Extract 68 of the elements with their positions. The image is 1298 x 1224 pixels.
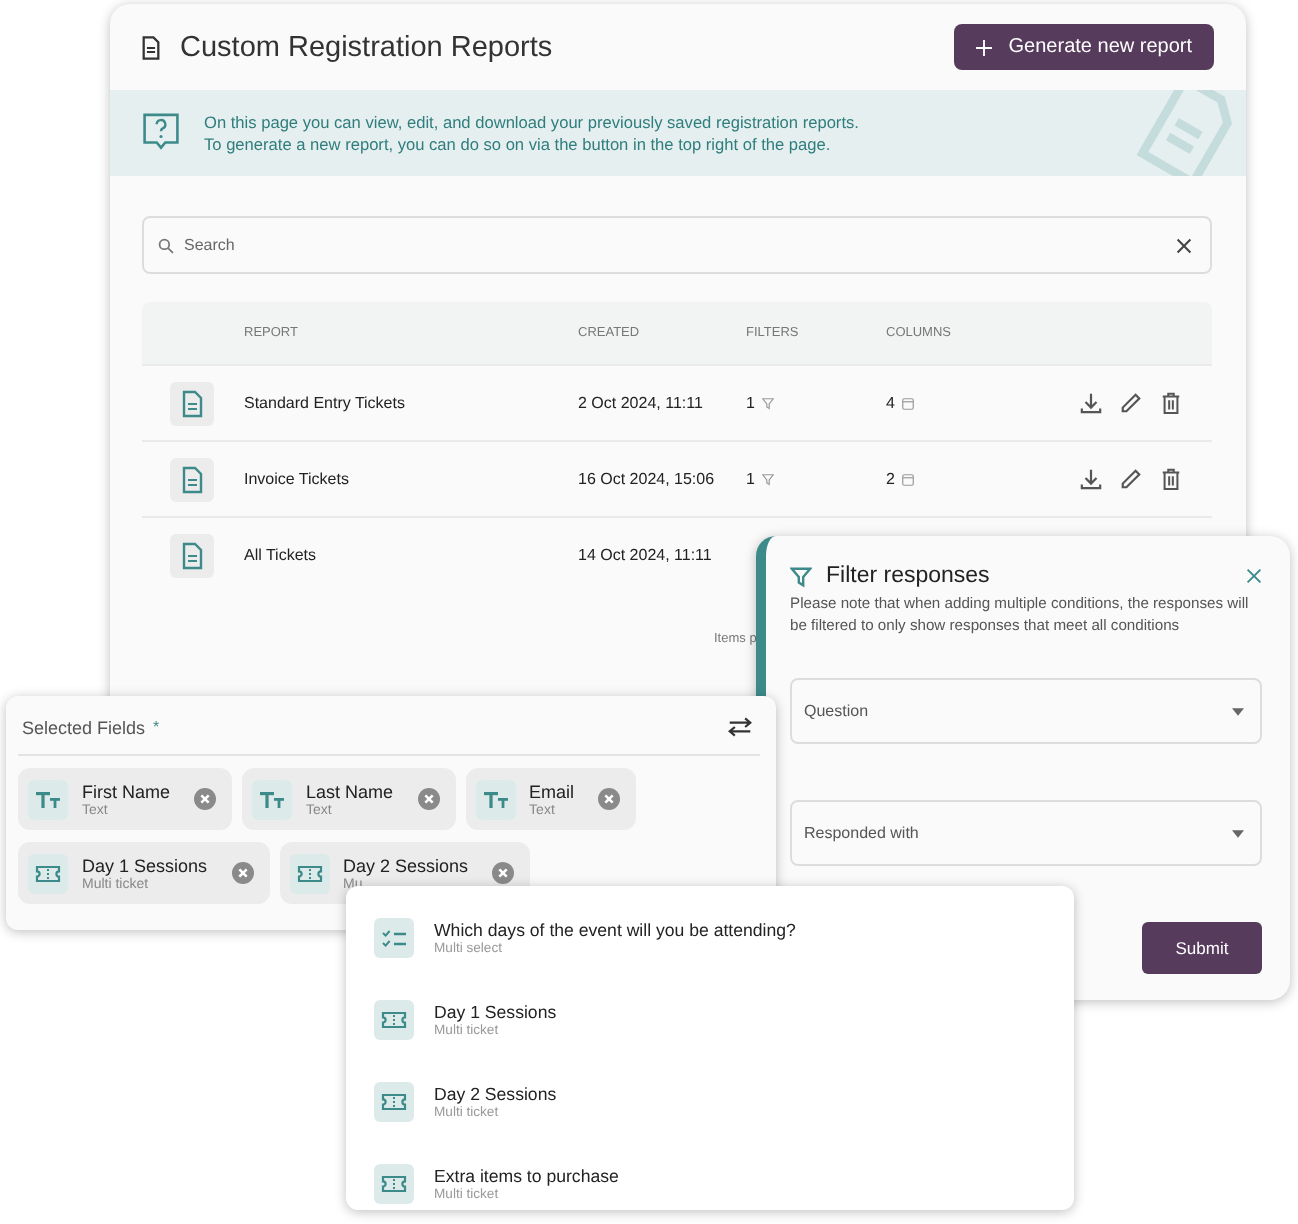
- delete-icon[interactable]: [1160, 468, 1182, 490]
- select-placeholder: Question: [804, 702, 869, 720]
- submit-button[interactable]: Submit: [1142, 922, 1262, 974]
- text-type-icon: [28, 779, 68, 819]
- remove-icon[interactable]: [231, 862, 254, 884]
- created-date: 16 Oct 2024, 15:06: [578, 470, 717, 488]
- report-name: Standard Entry Tickets: [244, 394, 407, 412]
- document-icon: [170, 533, 214, 577]
- text-type-icon: [252, 779, 293, 819]
- panel-title: Filter responses: [826, 564, 992, 588]
- field-name: First Name: [82, 781, 171, 803]
- question-title: Which days of the event will you be attending?: [434, 919, 796, 941]
- plus-icon: [976, 39, 993, 55]
- question-title: Day 1 Sessions: [434, 1001, 557, 1023]
- column-count: 2: [886, 470, 895, 488]
- question-title: Day 2 Sessions: [434, 1083, 557, 1105]
- ticket-icon: [28, 853, 68, 893]
- filter-count: 1: [746, 470, 755, 488]
- filter-count: 1: [746, 394, 755, 412]
- remove-icon[interactable]: [492, 862, 515, 884]
- report-name: Invoice Tickets: [244, 470, 351, 488]
- document-icon: [170, 381, 214, 425]
- filter-icon: [762, 473, 775, 485]
- search-field[interactable]: Search: [142, 216, 1212, 274]
- question-title: Extra items to purchase: [434, 1165, 619, 1187]
- column-count: 4: [886, 394, 895, 412]
- ticket-icon: [374, 1163, 414, 1203]
- document-icon: [138, 33, 164, 61]
- filter-icon: [790, 565, 812, 587]
- ticket-icon: [289, 853, 330, 893]
- document-icon: [170, 457, 214, 501]
- page-title: Custom Registration Reports: [180, 31, 555, 63]
- select-field[interactable]: Responded with: [790, 800, 1262, 866]
- generate-report-button[interactable]: Generate new report: [954, 24, 1214, 70]
- download-icon[interactable]: [1080, 468, 1102, 490]
- info-text: On this page you can view, edit, and download your previously saved registration reports.: [204, 111, 859, 133]
- filter-icon: [762, 397, 775, 409]
- field-name: Last Name: [306, 781, 394, 803]
- field-name: Day 1 Sessions: [82, 855, 208, 877]
- section-title: Selected Fields: [22, 717, 146, 737]
- search-icon: [158, 237, 174, 253]
- ticket-icon: [374, 1081, 414, 1121]
- info-text: To generate a new report, you can do so on via the button in the top right of the page.: [204, 133, 833, 155]
- caret-icon: [1232, 707, 1244, 715]
- remove-icon[interactable]: [194, 788, 217, 810]
- caret-icon: [1232, 829, 1244, 837]
- delete-icon[interactable]: [1160, 392, 1182, 414]
- created-date: 2 Oct 2024, 11:11: [578, 394, 705, 412]
- select-placeholder: Responded with: [804, 824, 919, 842]
- field-name: Day 2 Sessions: [343, 855, 469, 877]
- remove-icon[interactable]: [417, 788, 440, 810]
- close-icon[interactable]: [1176, 237, 1192, 253]
- required-mark: *: [153, 718, 162, 736]
- checklist-icon: [374, 917, 414, 957]
- edit-icon[interactable]: [1120, 392, 1142, 414]
- question-icon: [142, 112, 180, 154]
- field-name: Email: [529, 781, 575, 803]
- ticket-icon: [374, 999, 414, 1039]
- remove-icon[interactable]: [598, 788, 621, 810]
- text-type-icon: [475, 779, 516, 819]
- report-name: All Tickets: [244, 546, 319, 564]
- columns-icon: [902, 473, 915, 485]
- edit-icon[interactable]: [1120, 468, 1142, 490]
- select-field[interactable]: Question: [790, 678, 1262, 744]
- columns-icon: [902, 397, 915, 409]
- created-date: 14 Oct 2024, 11:11: [578, 546, 714, 564]
- swap-icon[interactable]: [728, 716, 752, 738]
- download-icon[interactable]: [1080, 392, 1102, 414]
